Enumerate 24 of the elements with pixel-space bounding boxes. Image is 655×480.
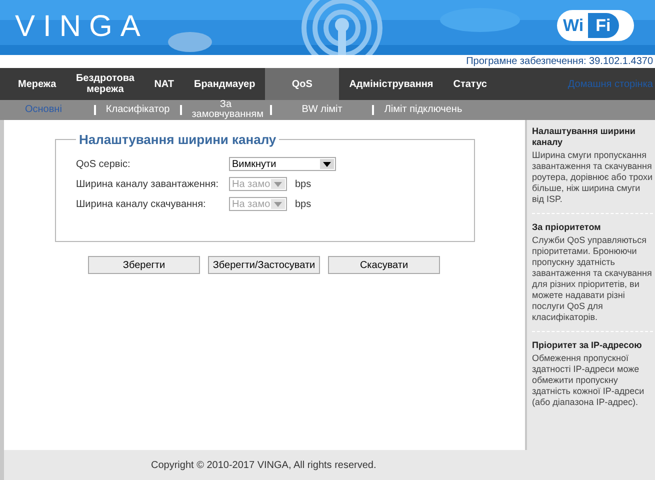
panel-title: Налаштування ширини каналу (78, 131, 278, 149)
action-button[interactable]: Зберегти/Застосувати (208, 256, 320, 274)
help-title: Налаштування ширини каналу (532, 126, 636, 148)
field-label: Ширина каналу скачування: (76, 198, 207, 212)
field-label: Ширина каналу завантаження: (76, 178, 220, 192)
dropdown[interactable]: Вимкнути (229, 157, 336, 171)
action-button[interactable]: Скасувати (328, 256, 440, 274)
nav-tab[interactable]: QoS (265, 68, 340, 100)
dropdown-arrow-icon (271, 179, 285, 189)
copyright-text: Copyright © 2010-2017 VINGA, All rights reserved. (151, 458, 376, 472)
help-text: Ширина смуги пропускання завантаження та скачування роутера, дорівнює або трохи більше, ніж ширина смуги від ISP. (532, 150, 653, 205)
firmware-version: Програмне забезпечення: 39.102.1.4370 (466, 55, 653, 68)
help-title: Пріоритет за IP-адресою (532, 331, 653, 351)
help-text: Служби QoS управляються пріоритетами. Бронюючи пропускну здатність завантаження та скачування для різних пріоритетів, ви можете надавати різні послуги QoS для класифікаторів. (532, 235, 653, 323)
dropdown-arrow-icon (320, 159, 334, 169)
field-label: QoS сервіс: (76, 158, 132, 172)
logo: VINGA (15, 12, 148, 42)
help-title: За пріоритетом (532, 213, 653, 233)
unit-label: bps (295, 178, 312, 192)
help-text: Обмеження пропускної здатності IP-адреси може обмежити пропускну здатність кожної IP-адреси (або діапазона IP-адрес). (532, 353, 646, 408)
wifi-badge: Wi Fi (557, 10, 634, 41)
unit-label: bps (295, 198, 312, 212)
dropdown-arrow-icon (271, 199, 285, 209)
action-button[interactable]: Зберегти (88, 256, 200, 274)
